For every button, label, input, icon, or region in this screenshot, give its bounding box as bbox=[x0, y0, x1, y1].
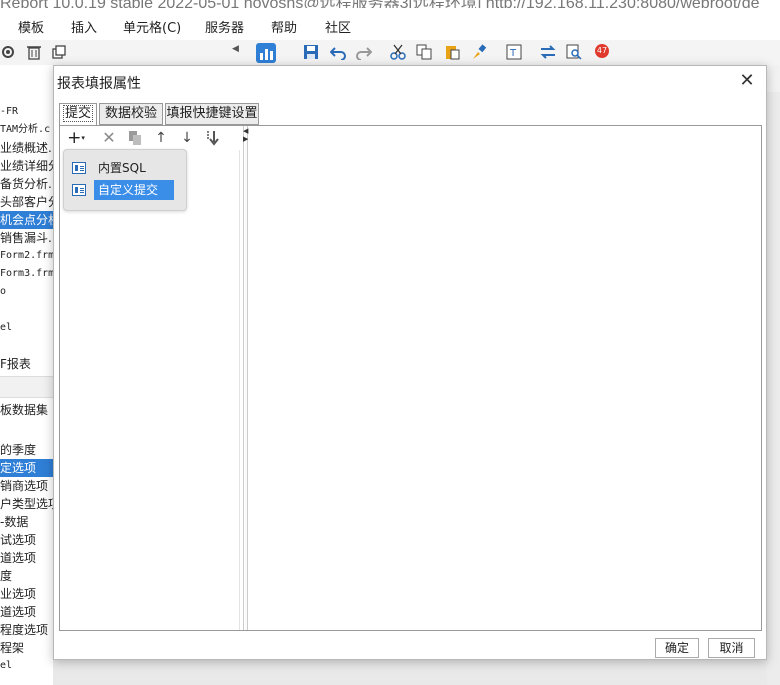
submit-list[interactable] bbox=[60, 150, 240, 630]
tree-item[interactable]: 头部客户分 bbox=[0, 193, 53, 211]
form-icon bbox=[72, 184, 86, 196]
menu-community[interactable]: 社区 bbox=[325, 17, 351, 36]
svg-text:T: T bbox=[509, 48, 517, 59]
dataset-item[interactable]: -数据 bbox=[0, 513, 28, 531]
tree-item[interactable]: 销售漏斗. bbox=[0, 229, 52, 247]
tab-data-validation-label: 数据校验 bbox=[104, 106, 157, 121]
report-designer-icon[interactable] bbox=[256, 43, 276, 63]
collapse-left-icon[interactable]: ◀ bbox=[243, 128, 248, 135]
dataset-item[interactable]: 程架 bbox=[0, 639, 24, 657]
dataset-item-selected[interactable]: 定选项 bbox=[0, 459, 53, 477]
pane-splitter[interactable]: ◀ ▶ bbox=[243, 126, 248, 630]
submit-list-toolbar: +▾ ✕ ↑ ↓ bbox=[60, 126, 244, 150]
dialog-title: 报表填报属性 bbox=[57, 76, 141, 92]
menu-insert[interactable]: 插入 bbox=[71, 17, 97, 36]
paste-icon[interactable] bbox=[444, 44, 460, 60]
cut-icon[interactable] bbox=[390, 44, 406, 60]
tree-item[interactable]: 业绩概述. bbox=[0, 139, 52, 157]
undo-icon[interactable] bbox=[330, 44, 346, 60]
tab-shortcut-settings[interactable]: 填报快捷键设置 bbox=[165, 103, 259, 125]
format-brush-icon[interactable] bbox=[471, 44, 487, 60]
move-bottom-icon[interactable] bbox=[204, 130, 222, 146]
window-title: Report 10.0.19 stable 2022-05-01 novosns… bbox=[0, 0, 760, 8]
dataset-item[interactable]: 户类型选项 bbox=[0, 495, 53, 513]
tree-item-selected[interactable]: 机会点分析 bbox=[0, 211, 53, 229]
add-dropdown-icon[interactable]: +▾ bbox=[63, 130, 89, 147]
menu-cell[interactable]: 单元格(C) bbox=[123, 17, 181, 36]
dataset-item[interactable]: 业选项 bbox=[0, 585, 36, 603]
dataset-item[interactable]: 道选项 bbox=[0, 549, 36, 567]
dataset-item[interactable]: el bbox=[0, 657, 12, 675]
tree-item[interactable]: Form2.frm bbox=[0, 247, 53, 265]
move-down-icon[interactable]: ↓ bbox=[178, 130, 196, 146]
report-fill-properties-dialog: 报表填报属性 ✕ 提交 数据校验 填报快捷键设置 +▾ ✕ ↑ ↓ 内置SQL bbox=[53, 65, 767, 660]
dataset-item[interactable]: 的季度 bbox=[0, 441, 36, 459]
close-icon[interactable]: ✕ bbox=[737, 71, 757, 91]
tree-item[interactable]: TAM分析.c bbox=[0, 121, 50, 139]
menu-item-builtin-sql[interactable]: 内置SQL bbox=[72, 158, 180, 178]
dataset-item[interactable]: 销商选项 bbox=[0, 477, 48, 495]
tab-data-validation[interactable]: 数据校验 bbox=[99, 103, 163, 125]
collapse-right-icon[interactable]: ▶ bbox=[243, 136, 248, 143]
delete-icon[interactable]: ✕ bbox=[100, 130, 118, 146]
sheet-grid-edge bbox=[53, 660, 767, 685]
sheet-edge bbox=[767, 92, 780, 685]
save-icon[interactable] bbox=[303, 44, 319, 60]
window-title-bar: Report 10.0.19 stable 2022-05-01 novosns… bbox=[0, 0, 780, 8]
confirm-button[interactable]: 确定 bbox=[655, 638, 699, 658]
redo-icon[interactable] bbox=[356, 44, 372, 60]
collapse-left-icon[interactable]: ◀ bbox=[232, 44, 239, 54]
copy-icon[interactable] bbox=[126, 130, 144, 146]
template-tree-pane: -FR TAM分析.c 业绩概述. 业绩详细分 备货分析. 头部客户分 机会点分… bbox=[0, 65, 53, 685]
duplicate-icon[interactable] bbox=[51, 44, 67, 60]
cancel-button[interactable]: 取消 bbox=[708, 638, 755, 658]
submit-tab-panel: +▾ ✕ ↑ ↓ 内置SQL 自定义提交 ◀ ▶ bbox=[59, 125, 762, 631]
swap-icon[interactable] bbox=[540, 44, 556, 60]
tree-item[interactable]: el bbox=[0, 319, 12, 337]
dataset-item[interactable]: 道选项 bbox=[0, 603, 36, 621]
menu-item-label: 自定义提交 bbox=[94, 180, 174, 200]
dataset-toolbar bbox=[0, 376, 53, 398]
dataset-item[interactable]: 度 bbox=[0, 567, 12, 585]
trash-icon[interactable] bbox=[26, 44, 42, 60]
dataset-item[interactable]: 程度选项 bbox=[0, 621, 48, 639]
dataset-item[interactable]: 板数据集 bbox=[0, 401, 48, 419]
move-up-icon[interactable]: ↑ bbox=[152, 130, 170, 146]
tree-item[interactable]: o bbox=[0, 283, 6, 301]
tree-item[interactable]: -FR bbox=[0, 103, 18, 121]
copy-icon[interactable] bbox=[416, 44, 432, 60]
tab-submit[interactable]: 提交 bbox=[59, 103, 97, 126]
notification-badge[interactable]: 47 bbox=[595, 44, 609, 58]
text-box-icon[interactable]: T bbox=[506, 44, 522, 60]
form-icon bbox=[72, 162, 86, 174]
tab-submit-label: 提交 bbox=[62, 105, 93, 122]
tree-item[interactable]: 备货分析. bbox=[0, 175, 52, 193]
menu-item-label: 内置SQL bbox=[98, 161, 146, 175]
menu-template[interactable]: 模板 bbox=[18, 17, 44, 36]
submit-list-pane: +▾ ✕ ↑ ↓ 内置SQL 自定义提交 bbox=[60, 126, 244, 630]
main-toolbar: T 47 bbox=[240, 40, 780, 65]
submit-detail-pane bbox=[249, 126, 761, 630]
tree-item[interactable]: F报表 bbox=[0, 355, 31, 373]
tab-shortcut-settings-label: 填报快捷键设置 bbox=[166, 106, 258, 121]
left-toolbar: ◀ bbox=[0, 40, 240, 65]
menu-server[interactable]: 服务器 bbox=[205, 17, 244, 36]
dataset-item[interactable]: 试选项 bbox=[0, 531, 36, 549]
menu-bar: 模板 插入 单元格(C) 服务器 帮助 社区 bbox=[0, 8, 780, 40]
tree-item[interactable]: 业绩详细分 bbox=[0, 157, 53, 175]
add-submit-menu: 内置SQL 自定义提交 bbox=[63, 149, 187, 211]
menu-help[interactable]: 帮助 bbox=[271, 17, 297, 36]
preview-search-icon[interactable] bbox=[566, 44, 582, 60]
tree-item[interactable]: Form3.frm bbox=[0, 265, 53, 283]
settings-icon[interactable] bbox=[0, 44, 16, 60]
menu-item-custom-submit[interactable]: 自定义提交 bbox=[72, 180, 180, 200]
